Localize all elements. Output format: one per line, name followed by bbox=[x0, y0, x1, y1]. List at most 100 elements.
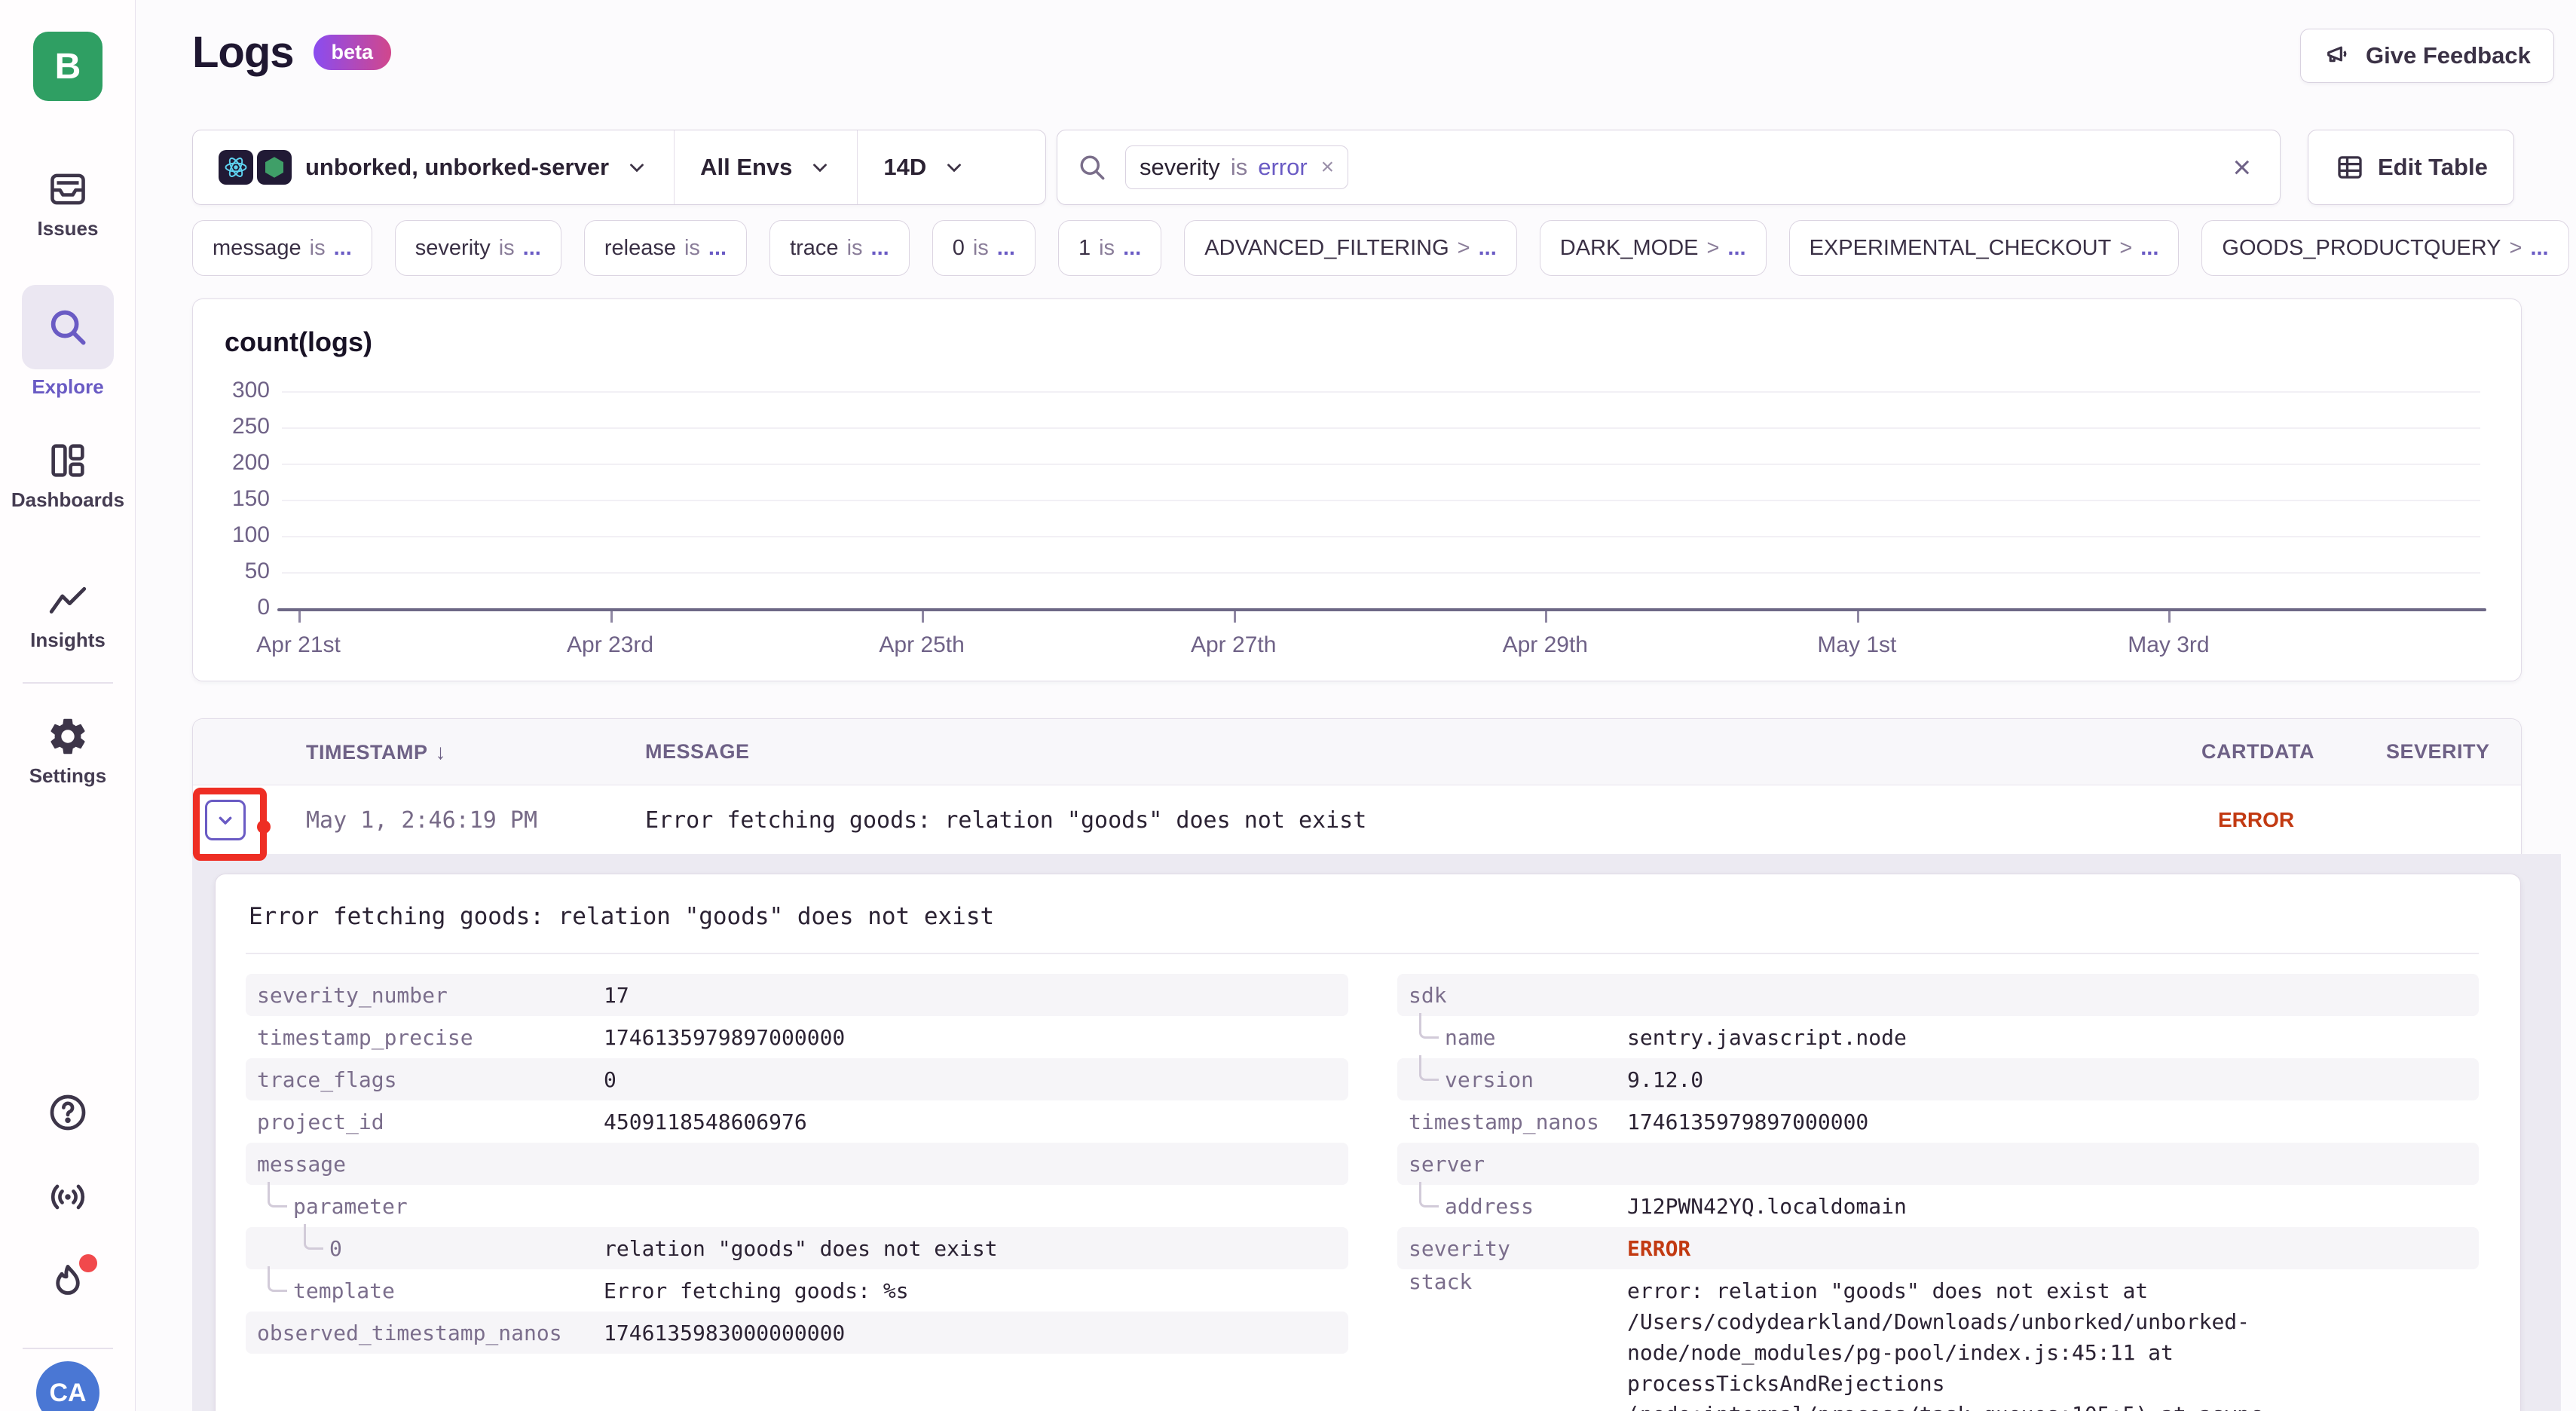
detail-value: ERROR bbox=[1627, 1236, 1690, 1261]
detail-row-version: version9.12.0 bbox=[1397, 1058, 2479, 1100]
detail-key: message bbox=[257, 1152, 604, 1177]
chart-bar[interactable] bbox=[1605, 595, 1611, 608]
avatar[interactable]: CA bbox=[36, 1361, 99, 1411]
schema-hint-chip-0[interactable]: 0is... bbox=[932, 220, 1036, 276]
date-range-label: 14D bbox=[883, 154, 926, 181]
search-filter-token[interactable]: severity is error × bbox=[1125, 145, 1348, 189]
chart-bar[interactable] bbox=[715, 425, 720, 608]
detail-key: observed_timestamp_nanos bbox=[257, 1321, 604, 1345]
x-axis-tick bbox=[922, 611, 924, 623]
schema-hint-chip-release[interactable]: releaseis... bbox=[584, 220, 747, 276]
token-key: severity bbox=[1140, 154, 1220, 181]
search-input[interactable]: severity is error × × bbox=[1057, 130, 2281, 205]
sidebar-item-label: Dashboards bbox=[11, 488, 124, 512]
detail-row-server: server bbox=[1397, 1143, 2479, 1185]
sidebar-divider bbox=[23, 1348, 113, 1349]
gear-icon bbox=[46, 715, 90, 758]
search-clear-icon[interactable]: × bbox=[2222, 152, 2262, 183]
detail-value: error: relation "goods" does not exist a… bbox=[1627, 1269, 2467, 1411]
chart-bar[interactable] bbox=[564, 596, 569, 608]
chart-bar[interactable] bbox=[708, 605, 714, 608]
detail-key: sdk bbox=[1409, 983, 1627, 1008]
schema-hint-chip-DARK_MODE[interactable]: DARK_MODE>... bbox=[1540, 220, 1767, 276]
detail-key: timestamp_precise bbox=[257, 1025, 604, 1050]
broadcast-button[interactable] bbox=[0, 1176, 136, 1218]
detail-key: stack bbox=[1409, 1269, 1627, 1294]
detail-row-parameter: parameter bbox=[246, 1185, 1348, 1227]
search-icon bbox=[1075, 151, 1109, 184]
detail-row-name: namesentry.javascript.node bbox=[1397, 1016, 2479, 1058]
chart-bar[interactable] bbox=[388, 605, 393, 608]
schema-hint-chip-trace[interactable]: traceis... bbox=[769, 220, 910, 276]
megaphone-icon bbox=[2324, 41, 2354, 71]
schema-hint-chip-EXPERIMENTAL_CHECKOUT[interactable]: EXPERIMENTAL_CHECKOUT>... bbox=[1789, 220, 2180, 276]
detail-attributes-right: sdk namesentry.javascript.nodeversion9.12… bbox=[1397, 974, 2479, 1411]
schema-hint-chip-severity[interactable]: severityis... bbox=[395, 220, 561, 276]
chart-bar[interactable] bbox=[648, 584, 653, 608]
detail-row-project_id: project_id4509118548606976 bbox=[246, 1100, 1348, 1143]
schema-hint-chip-1[interactable]: 1is... bbox=[1058, 220, 1161, 276]
table-icon bbox=[2334, 152, 2366, 183]
log-message: Error fetching goods: relation "goods" d… bbox=[645, 807, 2201, 834]
sidebar-item-explore[interactable]: Explore bbox=[0, 285, 136, 399]
detail-row-message: message bbox=[246, 1143, 1348, 1185]
chevron-down-icon bbox=[213, 808, 237, 832]
detail-key: trace_flags bbox=[257, 1067, 604, 1092]
chart-bar[interactable] bbox=[1066, 586, 1071, 608]
detail-row-template: templateError fetching goods: %s bbox=[246, 1269, 1348, 1312]
x-axis-line bbox=[277, 608, 2486, 611]
help-button[interactable] bbox=[0, 1091, 136, 1134]
edit-table-button[interactable]: Edit Table bbox=[2308, 130, 2514, 205]
schema-hint-chip-GOODS_PRODUCTQUERY[interactable]: GOODS_PRODUCTQUERY>... bbox=[2201, 220, 2568, 276]
chart-bar[interactable] bbox=[1486, 599, 1491, 608]
chart-gridline bbox=[282, 536, 2480, 537]
chart-bar[interactable] bbox=[656, 525, 661, 608]
chevron-down-icon bbox=[943, 156, 965, 179]
column-header-timestamp[interactable]: TIMESTAMP↓ bbox=[306, 740, 645, 764]
sidebar-item-dashboards[interactable]: Dashboards bbox=[0, 439, 136, 512]
column-header-message[interactable]: MESSAGE bbox=[645, 740, 2201, 764]
chart-bar[interactable] bbox=[752, 599, 757, 608]
column-header-severity[interactable]: SEVERITY bbox=[2386, 740, 2522, 764]
chart-bar[interactable] bbox=[1460, 565, 1465, 608]
give-feedback-button[interactable]: Give Feedback bbox=[2300, 29, 2554, 83]
schema-hint-chip-ADVANCED_FILTERING[interactable]: ADVANCED_FILTERING>... bbox=[1184, 220, 1517, 276]
chart-bar[interactable] bbox=[586, 514, 591, 608]
sidebar-item-insights[interactable]: Insights bbox=[0, 579, 136, 652]
token-remove-icon[interactable]: × bbox=[1321, 155, 1335, 180]
chevron-down-icon bbox=[809, 156, 831, 179]
table-row[interactable]: May 1, 2:46:19 PM Error fetching goods: … bbox=[193, 785, 2521, 855]
detail-value: relation "goods" does not exist bbox=[604, 1236, 998, 1261]
chart-bar[interactable] bbox=[519, 605, 524, 608]
detail-row-timestamp_precise: timestamp_precise1746135979897000000 bbox=[246, 1016, 1348, 1058]
detail-row-sdk: sdk bbox=[1397, 974, 2479, 1016]
fire-icon bbox=[46, 1260, 90, 1304]
x-axis-label: Apr 23rd bbox=[520, 632, 701, 658]
detail-key: name bbox=[1409, 1025, 1627, 1050]
whats-new-button[interactable] bbox=[0, 1260, 136, 1304]
chart-bar[interactable] bbox=[818, 528, 823, 608]
chart-bar[interactable] bbox=[580, 580, 585, 608]
org-logo[interactable]: B bbox=[33, 32, 102, 101]
broadcast-icon bbox=[47, 1176, 89, 1218]
chart-bar[interactable] bbox=[736, 559, 741, 608]
chart-bar[interactable] bbox=[1540, 601, 1545, 608]
chart-bar[interactable] bbox=[1947, 599, 1953, 608]
chart-bar[interactable] bbox=[592, 494, 597, 608]
project-selector[interactable]: unborked, unborked-server bbox=[193, 130, 674, 204]
detail-key: server bbox=[1409, 1152, 1627, 1177]
detail-value: 4509118548606976 bbox=[604, 1110, 807, 1134]
chart-bar[interactable] bbox=[570, 589, 575, 608]
environment-selector[interactable]: All Envs bbox=[674, 130, 857, 204]
sidebar-item-settings[interactable]: Settings bbox=[0, 715, 136, 788]
log-timestamp: May 1, 2:46:19 PM bbox=[306, 807, 645, 834]
chart-bar[interactable] bbox=[687, 460, 693, 608]
sidebar-item-issues[interactable]: Issues bbox=[0, 167, 136, 240]
chart-bar[interactable] bbox=[742, 580, 747, 608]
expand-row-button[interactable] bbox=[205, 800, 246, 840]
schema-hint-chip-message[interactable]: messageis... bbox=[192, 220, 372, 276]
chart-bar[interactable] bbox=[662, 460, 667, 608]
date-range-selector[interactable]: 14D bbox=[857, 130, 991, 204]
column-header-cartdata[interactable]: CARTDATA bbox=[2201, 740, 2386, 764]
chart-bar[interactable] bbox=[668, 601, 674, 608]
